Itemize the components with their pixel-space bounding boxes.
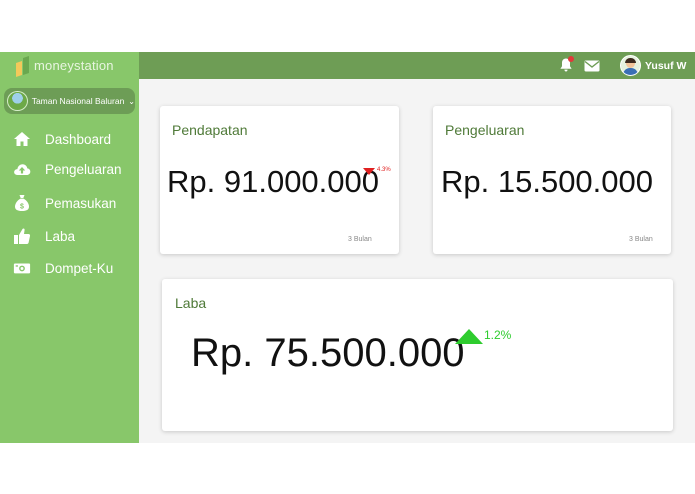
- sidebar-item-laba[interactable]: Laba: [0, 223, 139, 249]
- money-bag-icon: $: [13, 194, 31, 212]
- wallet-icon: [13, 259, 31, 277]
- period-label: 3 Bulan: [629, 236, 653, 243]
- top-bar: Yusuf W: [139, 52, 695, 79]
- card-laba: Laba Rp. 75.500.000 1.2%: [162, 279, 673, 431]
- sidebar-item-label: Pemasukan: [45, 195, 117, 211]
- card-pengeluaran: Pengeluaran Rp. 15.500.000 3 Bulan: [433, 106, 671, 254]
- sidebar-item-label: Dashboard: [45, 131, 112, 147]
- sidebar-item-dompet-ku[interactable]: Dompet-Ku: [0, 255, 139, 281]
- card-title: Laba: [175, 295, 207, 311]
- chevron-down-icon: ⌄: [128, 96, 135, 106]
- card-amount: Rp. 75.500.000: [191, 331, 465, 375]
- card-pendapatan: Pendapatan Rp. 91.000.000 4.3% 3 Bulan: [160, 106, 399, 254]
- sidebar-item-dashboard[interactable]: Dashboard: [0, 126, 139, 152]
- app-container: moneystation Taman Nasional Baluran ⌄ Da…: [0, 52, 695, 443]
- sidebar-item-label: Laba: [45, 228, 76, 244]
- sidebar: moneystation Taman Nasional Baluran ⌄ Da…: [0, 52, 139, 443]
- org-selector-label: Taman Nasional Baluran: [31, 96, 125, 106]
- sidebar-item-pemasukan[interactable]: $ Pemasukan: [0, 190, 139, 216]
- brand-name: moneystation: [34, 58, 114, 73]
- bell-icon[interactable]: [558, 56, 574, 73]
- change-percent: 1.2%: [484, 328, 512, 342]
- card-amount: Rp. 91.000.000: [167, 164, 380, 199]
- notification-dot: [568, 56, 574, 62]
- period-label: 3 Bulan: [348, 236, 372, 243]
- trend-down-icon: [363, 168, 375, 175]
- logo-icon: [16, 55, 30, 77]
- sidebar-item-label: Dompet-Ku: [45, 260, 114, 276]
- sidebar-item-pengeluaran[interactable]: Pengeluaran: [0, 156, 139, 182]
- svg-text:$: $: [20, 204, 24, 211]
- org-selector[interactable]: Taman Nasional Baluran ⌄: [4, 88, 135, 114]
- card-title: Pengeluaran: [445, 122, 525, 138]
- home-icon: [13, 130, 31, 148]
- user-name[interactable]: Yusuf W: [645, 60, 686, 72]
- card-title: Pendapatan: [172, 122, 248, 138]
- change-percent: 4.3%: [377, 167, 391, 173]
- avatar[interactable]: [620, 55, 641, 76]
- sidebar-item-label: Pengeluaran: [45, 161, 122, 177]
- cloud-upload-icon: [13, 160, 31, 178]
- org-thumbnail: [7, 91, 28, 111]
- brand-logo[interactable]: moneystation: [0, 52, 139, 79]
- envelope-icon[interactable]: [584, 59, 600, 72]
- thumbs-up-icon: [13, 227, 31, 245]
- card-amount: Rp. 15.500.000: [441, 164, 654, 199]
- trend-up-icon: [455, 329, 483, 344]
